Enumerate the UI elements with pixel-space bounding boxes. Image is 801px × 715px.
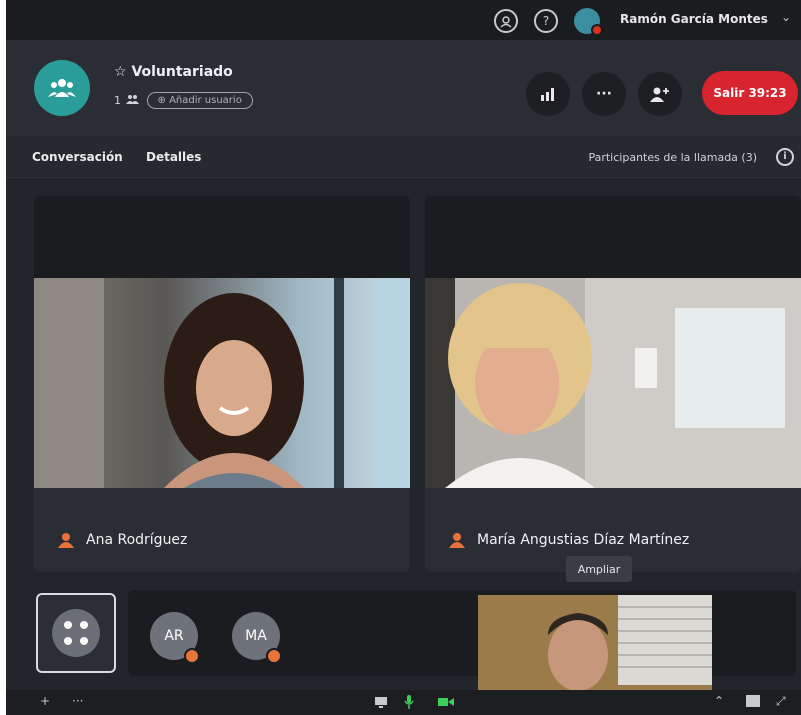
- screen-share-icon[interactable]: [374, 696, 388, 711]
- person-badge-icon: [266, 648, 282, 664]
- call-participants-label[interactable]: Participantes de la llamada (3): [588, 151, 757, 164]
- expand-icon[interactable]: ⤢: [776, 694, 786, 709]
- person-icon: [58, 533, 74, 548]
- bar-chart-icon: [541, 88, 554, 101]
- call-stats-button[interactable]: [526, 72, 570, 116]
- more-options-button[interactable]: ···: [582, 72, 626, 116]
- tab-conversation[interactable]: Conversación: [32, 150, 123, 164]
- video-call-window: ? Ramón García Montes ⌄ ☆ Voluntariado 1: [6, 0, 801, 715]
- person-badge-icon: [184, 648, 200, 664]
- tooltip: Ampliar: [566, 556, 632, 582]
- add-user-button[interactable]: ⊕ Añadir usuario: [146, 92, 253, 109]
- group-people-icon: [48, 79, 76, 97]
- grid-layout-button[interactable]: [36, 593, 116, 673]
- ellipsis-icon: ···: [596, 86, 612, 102]
- contacts-headset-icon[interactable]: [494, 9, 518, 33]
- members-icon: [125, 95, 139, 104]
- camera-icon[interactable]: [438, 696, 454, 711]
- star-icon[interactable]: ☆: [114, 64, 127, 80]
- ellipsis-icon[interactable]: ···: [72, 694, 83, 708]
- participant-tile[interactable]: Ana Rodríguez: [34, 196, 410, 572]
- group-avatar[interactable]: [34, 60, 90, 116]
- info-icon[interactable]: i: [776, 148, 794, 166]
- microphone-icon[interactable]: [404, 695, 414, 712]
- tabs-bar: Conversación Detalles Participantes de l…: [6, 136, 801, 178]
- bottom-toolbar: + ··· ⌃ ⤢: [6, 690, 801, 715]
- conversation-subinfo: 1 ⊕ Añadir usuario: [114, 92, 253, 109]
- conversation-name: Voluntariado: [131, 64, 233, 80]
- plus-icon[interactable]: +: [40, 694, 50, 708]
- chevron-down-icon[interactable]: ⌄: [781, 10, 791, 24]
- participant-video: [34, 278, 410, 488]
- presence-status-dot: [591, 24, 603, 36]
- top-bar: ? Ramón García Montes ⌄: [6, 0, 801, 40]
- conversation-title: ☆ Voluntariado: [114, 64, 233, 80]
- participant-tile-footer: Ana Rodríguez: [34, 488, 410, 572]
- add-participant-button[interactable]: [638, 72, 682, 116]
- participant-name: María Angustias Díaz Martínez: [477, 532, 690, 548]
- person-icon: [449, 533, 465, 548]
- conversation-header: ☆ Voluntariado 1 ⊕ Añadir usuario ··· Sa…: [6, 40, 801, 136]
- chevron-up-icon[interactable]: ⌃: [714, 694, 724, 708]
- user-name[interactable]: Ramón García Montes: [620, 12, 768, 26]
- call-timer: 39:23: [748, 86, 787, 100]
- participant-name: Ana Rodríguez: [86, 532, 188, 548]
- tab-details[interactable]: Detalles: [146, 150, 201, 164]
- member-count: 1: [114, 94, 139, 107]
- window-icon[interactable]: [746, 695, 760, 710]
- add-person-icon: [650, 87, 669, 102]
- help-icon[interactable]: ?: [534, 9, 558, 33]
- participant-video: [425, 278, 801, 488]
- participant-tile[interactable]: María Angustias Díaz Martínez: [425, 196, 801, 572]
- grid-layout-icon: [52, 609, 100, 657]
- leave-call-button[interactable]: Salir 39:23: [702, 71, 798, 115]
